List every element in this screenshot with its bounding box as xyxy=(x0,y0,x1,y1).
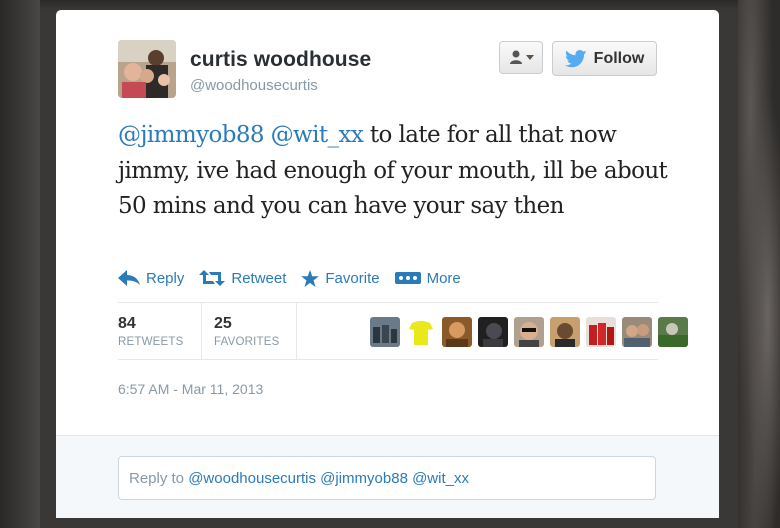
reply-mentions: @woodhousecurtis @jimmyob88 @wit_xx xyxy=(188,470,469,487)
retweets-stat[interactable]: 84 RETWEETS xyxy=(118,315,184,348)
mention-link[interactable]: @wit_xx xyxy=(271,122,364,148)
more-label: More xyxy=(426,269,461,287)
star-icon xyxy=(301,269,320,287)
reply-icon xyxy=(118,270,140,286)
background-top xyxy=(40,0,738,10)
favoriter-avatar[interactable] xyxy=(586,317,616,347)
favoriter-avatar[interactable] xyxy=(370,317,400,347)
favorite-action[interactable]: Favorite xyxy=(301,269,380,287)
divider xyxy=(296,303,297,359)
retweet-action[interactable]: Retweet xyxy=(199,270,286,287)
tweet-stats: 84 RETWEETS 25 FAVORITES xyxy=(118,302,688,360)
favorite-label: Favorite xyxy=(325,269,380,287)
user-actions-button[interactable] xyxy=(499,41,543,74)
favorites-count: 25 xyxy=(214,315,232,332)
follow-button[interactable]: Follow xyxy=(552,41,657,76)
caret-down-icon xyxy=(525,55,534,60)
reply-prefix: Reply to xyxy=(129,470,189,487)
retweets-label: RETWEETS xyxy=(118,336,184,348)
reply-label: Reply xyxy=(146,269,185,287)
favoriter-avatar[interactable] xyxy=(442,317,472,347)
tweet-text: @jimmyob88 @wit_xx to late for all that … xyxy=(118,118,678,225)
favorites-stat[interactable]: 25 FAVORITES xyxy=(214,315,280,348)
favoriter-avatar[interactable] xyxy=(514,317,544,347)
follow-label: Follow xyxy=(593,49,645,67)
reply-area: Reply to @woodhousecurtis @jimmyob88 @wi… xyxy=(56,435,719,518)
background-right xyxy=(738,0,780,528)
tweet-card: curtis woodhouse @woodhousecurtis Follow… xyxy=(56,10,719,518)
more-dots-icon xyxy=(394,272,421,284)
divider xyxy=(201,303,202,359)
avatar[interactable] xyxy=(118,40,176,98)
mention-link[interactable]: @jimmyob88 xyxy=(118,122,265,148)
favoriters-avatars xyxy=(370,317,688,347)
favoriter-avatar[interactable] xyxy=(406,317,436,347)
favorites-label: FAVORITES xyxy=(214,336,280,348)
twitter-bird-icon xyxy=(564,49,587,67)
tweet-actions: Reply Retweet Favorite More xyxy=(118,265,476,291)
person-icon xyxy=(509,50,522,64)
retweet-icon xyxy=(199,270,226,286)
more-action[interactable]: More xyxy=(394,269,461,287)
reply-input[interactable]: Reply to @woodhousecurtis @jimmyob88 @wi… xyxy=(118,456,656,500)
user-name[interactable]: curtis woodhouse xyxy=(190,48,371,72)
background-left xyxy=(0,0,40,528)
favoriter-avatar[interactable] xyxy=(550,317,580,347)
favoriter-avatar[interactable] xyxy=(478,317,508,347)
favoriter-avatar[interactable] xyxy=(658,317,688,347)
tweet-timestamp[interactable]: 6:57 AM - Mar 11, 2013 xyxy=(118,381,263,397)
user-handle[interactable]: @woodhousecurtis xyxy=(190,77,318,94)
reply-action[interactable]: Reply xyxy=(118,270,184,287)
retweets-count: 84 xyxy=(118,315,136,332)
retweet-label: Retweet xyxy=(231,269,287,287)
favoriter-avatar[interactable] xyxy=(622,317,652,347)
